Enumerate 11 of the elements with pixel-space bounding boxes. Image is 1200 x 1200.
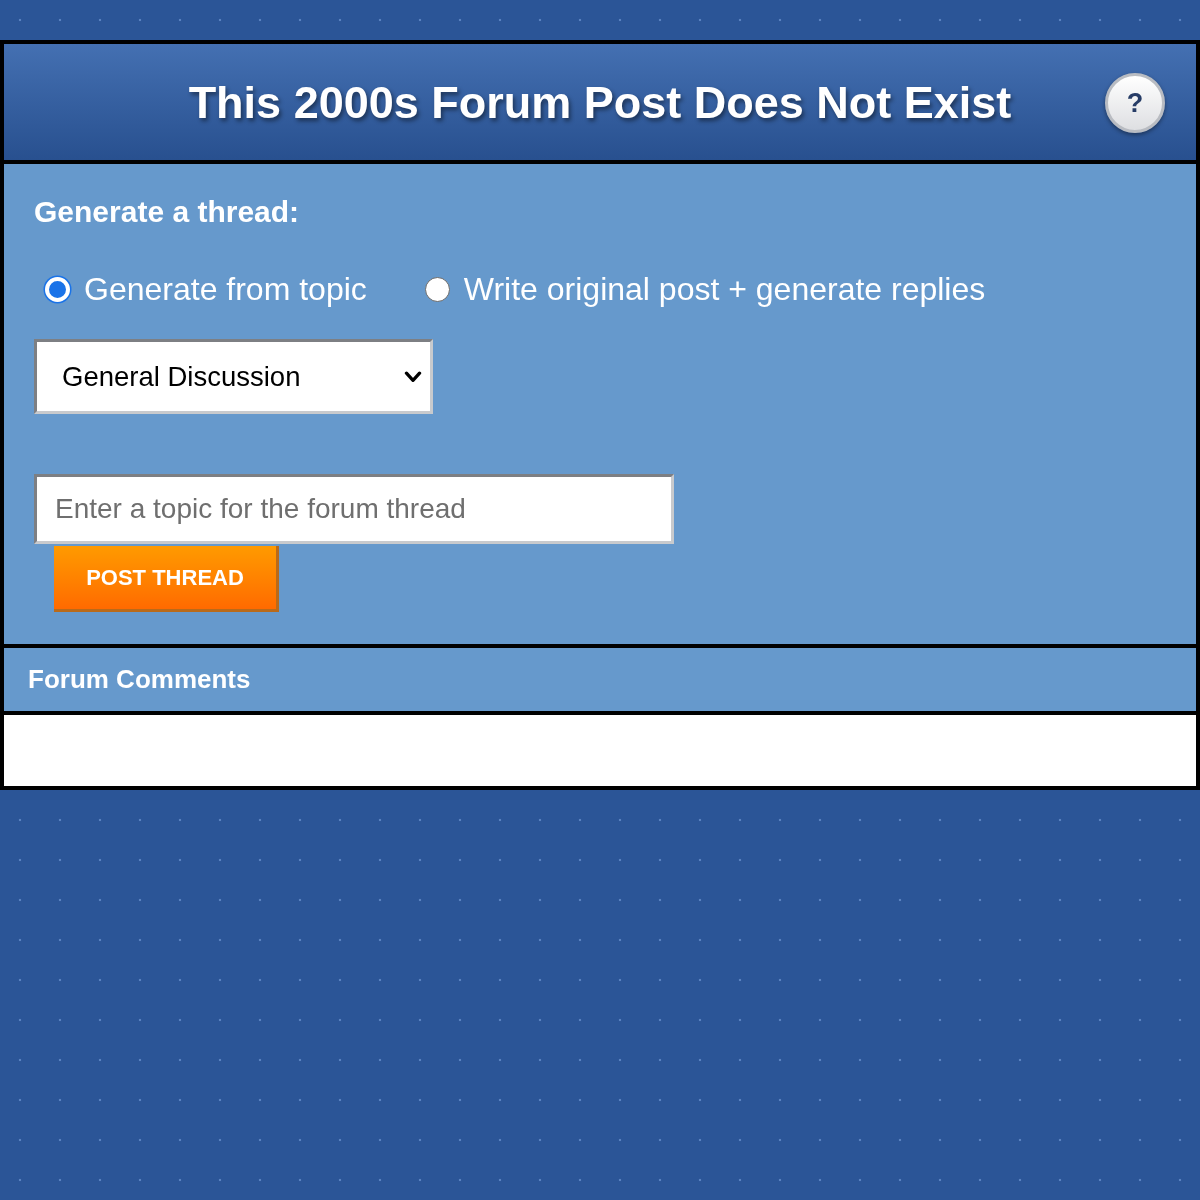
radio-label[interactable]: Write original post + generate replies [463,270,986,308]
radio-label[interactable]: Generate from topic [84,270,367,308]
chevron-down-icon [404,370,422,383]
topic-input[interactable]: Enter a topic for the forum thread [34,474,674,544]
category-dropdown[interactable]: General Discussion [34,339,433,414]
radio-button[interactable] [424,276,450,302]
section-heading: Generate a thread: [34,195,300,229]
page-title: This 2000s Forum Post Does Not Exist [188,79,1012,125]
help-button[interactable]: ? [1105,73,1165,133]
comments-title: Forum Comments [28,663,251,696]
post-thread-button[interactable]: POST THREAD [54,546,279,612]
